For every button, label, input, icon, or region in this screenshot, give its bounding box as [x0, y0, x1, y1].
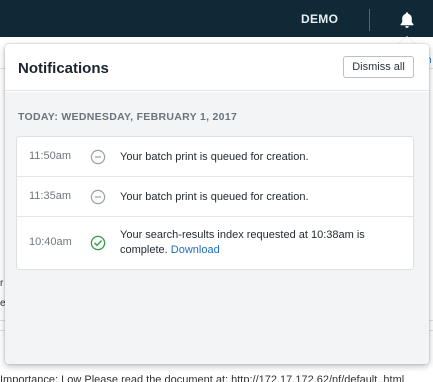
bell-icon	[400, 12, 414, 28]
user-menu-demo[interactable]: DEMO	[301, 12, 338, 26]
notifications-popover: Notifications Dismiss all TODAY: WEDNESD…	[5, 44, 429, 364]
notification-message: Your search-results index requested at 1…	[120, 228, 400, 258]
notification-item[interactable]: 11:35am Your batch print is queued for c…	[17, 177, 413, 217]
topbar-divider	[369, 9, 370, 31]
popover-header: Notifications Dismiss all	[5, 44, 429, 91]
popover-body: TODAY: WEDNESDAY, FEBRUARY 1, 2017 11:50…	[5, 92, 429, 364]
notification-time: 11:50am	[29, 150, 71, 162]
notification-item[interactable]: 11:50am Your batch print is queued for c…	[17, 137, 413, 177]
popover-title: Notifications	[18, 60, 109, 77]
top-navigation-bar: DEMO	[0, 0, 433, 37]
app-window: DEMO h r e Importance: Low Please read t…	[0, 0, 433, 382]
notification-list: 11:50am Your batch print is queued for c…	[16, 136, 414, 270]
notification-message: Your batch print is queued for creation.	[120, 151, 309, 163]
notifications-bell-button[interactable]	[397, 10, 417, 30]
notification-time: 10:40am	[29, 236, 72, 248]
notification-time: 11:35am	[29, 190, 71, 202]
minus-circle-icon	[90, 149, 106, 165]
notification-item[interactable]: 10:40am Your search-results index reques…	[17, 217, 413, 269]
notification-message-text: Your search-results index requested at 1…	[120, 229, 365, 256]
minus-circle-icon	[90, 189, 106, 205]
dismiss-all-button[interactable]: Dismiss all	[343, 56, 414, 78]
background-message-preview: Importance: Low Please read the document…	[0, 374, 405, 382]
date-section-heading: TODAY: WEDNESDAY, FEBRUARY 1, 2017	[18, 111, 238, 123]
check-circle-icon	[90, 235, 106, 251]
download-link[interactable]: Download	[171, 244, 220, 256]
notification-message: Your batch print is queued for creation.	[120, 191, 309, 203]
background-text-fragment: r	[0, 278, 4, 289]
